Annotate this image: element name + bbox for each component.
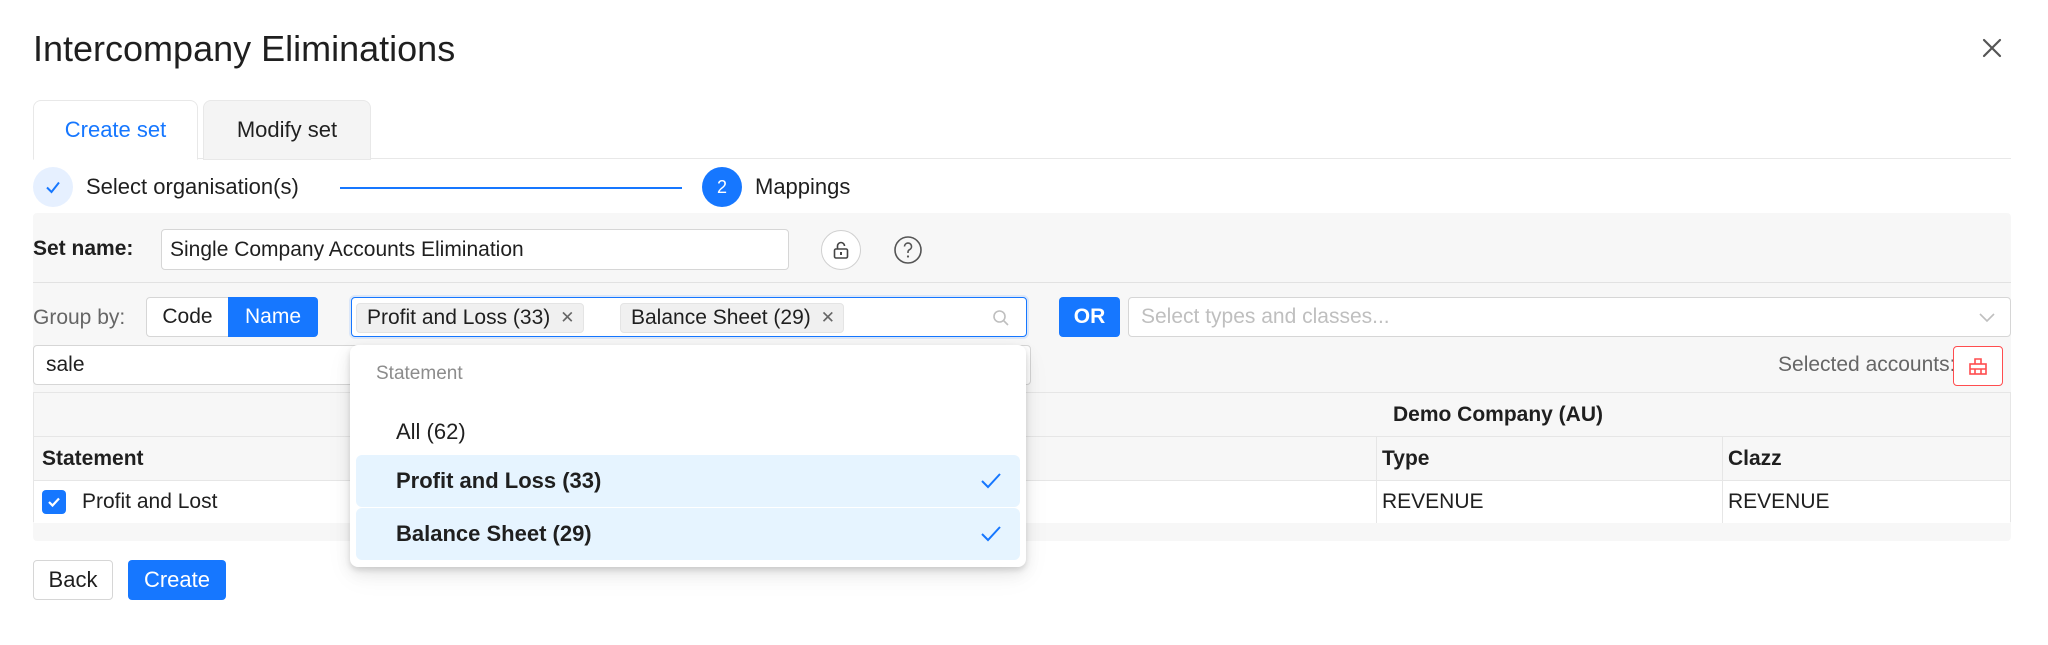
column-divider <box>1376 437 1377 523</box>
dropdown-option-balance-sheet[interactable]: Balance Sheet (29) <box>356 508 1020 560</box>
step-connector <box>340 187 682 189</box>
statement-value: Profit and Lost <box>82 490 218 513</box>
check-icon <box>48 497 60 508</box>
clear-icon <box>1969 358 1987 375</box>
group-by-label: Group by: <box>33 306 126 329</box>
column-header-clazz: Clazz <box>1728 446 1782 470</box>
column-divider <box>1722 437 1723 523</box>
types-classes-select[interactable]: Select types and classes... <box>1128 297 2011 337</box>
set-name-row: Set name: Single Company Accounts Elimin… <box>33 213 2011 283</box>
tag-close-icon[interactable]: ✕ <box>821 308 835 328</box>
tag-close-icon[interactable]: ✕ <box>560 308 574 328</box>
tab-modify-set[interactable]: Modify set <box>203 100 371 160</box>
dropdown-group-label: Statement <box>376 363 463 384</box>
help-icon <box>894 236 922 264</box>
group-by-code-button[interactable]: Code <box>146 297 229 337</box>
step-1-label: Select organisation(s) <box>86 174 299 199</box>
help-button[interactable] <box>888 230 928 270</box>
close-icon[interactable] <box>1978 34 2006 62</box>
back-button[interactable]: Back <box>33 560 113 600</box>
column-header-statement: Statement <box>42 446 144 470</box>
or-button[interactable]: OR <box>1059 297 1120 337</box>
set-name-label: Set name: <box>33 237 134 260</box>
statement-filter-select[interactable]: Profit and Loss (33) ✕ Balance Sheet (29… <box>351 297 1027 337</box>
column-header-type: Type <box>1382 446 1430 470</box>
clazz-cell: REVENUE <box>1728 490 1830 513</box>
group-by-name-button[interactable]: Name <box>228 297 318 337</box>
tab-create-set[interactable]: Create set <box>33 100 198 160</box>
statement-tag: Balance Sheet (29) ✕ <box>620 303 845 333</box>
tab-bar: Create set Modify set <box>33 100 2011 160</box>
clear-selection-button[interactable] <box>1953 346 2003 386</box>
check-icon <box>981 526 1001 542</box>
chevron-down-icon <box>1979 313 1995 323</box>
company-column-group: Demo Company (AU) <box>1392 402 1603 426</box>
step-2-label: Mappings <box>755 174 851 199</box>
step-done-check-icon <box>33 167 73 207</box>
create-button[interactable]: Create <box>128 560 226 600</box>
check-icon <box>981 473 1001 489</box>
dialog-title: Intercompany Eliminations <box>33 28 456 69</box>
row-checkbox[interactable] <box>42 490 66 514</box>
lock-button[interactable] <box>821 230 861 270</box>
search-icon <box>993 310 1009 326</box>
tag-label: Profit and Loss (33) <box>367 306 551 329</box>
dropdown-option-all[interactable]: All (62) <box>356 406 1020 458</box>
tag-label: Balance Sheet (29) <box>631 306 811 329</box>
selected-accounts-count: Selected accounts: 1 <box>1778 353 1973 376</box>
types-select-placeholder: Select types and classes... <box>1141 305 1390 328</box>
dropdown-option-profit-and-loss[interactable]: Profit and Loss (33) <box>356 455 1020 507</box>
type-cell: REVENUE <box>1382 490 1484 513</box>
statement-tag: Profit and Loss (33) ✕ <box>356 303 584 333</box>
step-2-number: 2 <box>702 167 742 207</box>
lock-icon <box>833 241 849 259</box>
statement-cell: Profit and Lost <box>34 481 364 523</box>
statement-dropdown: Statement All (62) Profit and Loss (33) … <box>350 345 1026 567</box>
set-name-input[interactable]: Single Company Accounts Elimination <box>161 229 789 270</box>
